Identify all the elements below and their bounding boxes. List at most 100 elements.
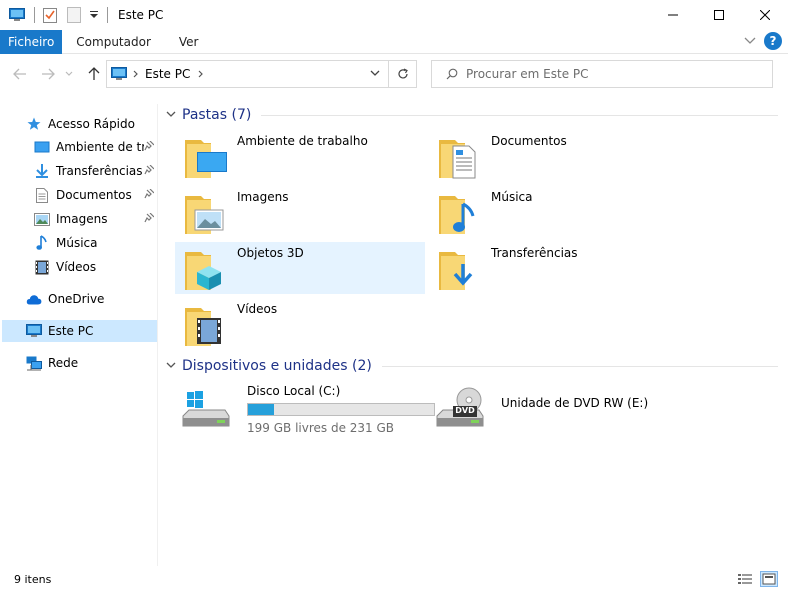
minimize-button[interactable] — [650, 0, 696, 30]
group-header-folders[interactable]: Pastas (7) — [166, 105, 778, 125]
breadcrumb-this-pc[interactable]: Este PC — [145, 67, 190, 81]
windows-drive-icon — [181, 386, 231, 430]
sidebar-item-label: Música — [56, 236, 98, 250]
sidebar-item-label: Este PC — [48, 324, 94, 338]
sidebar-item-label: Ambiente de trabalho — [56, 140, 144, 154]
folder-tile-3d-objects[interactable]: Objetos 3D — [175, 242, 425, 294]
window-controls — [650, 0, 788, 30]
drive-tile-dvd[interactable]: DVD Unidade de DVD RW (E:) — [429, 382, 679, 434]
pictures-folder-icon — [183, 188, 231, 236]
drive-usage-fill — [248, 404, 275, 415]
up-button[interactable] — [82, 62, 106, 86]
drive-tile-local-disk[interactable]: Disco Local (C:) 199 GB livres de 231 GB — [175, 382, 435, 435]
chevron-down-icon — [65, 71, 73, 76]
view-switcher — [730, 571, 778, 587]
close-button[interactable] — [742, 0, 788, 30]
star-icon — [26, 116, 42, 132]
picture-icon — [34, 211, 50, 227]
customize-toolbar-chevron-icon[interactable] — [89, 6, 99, 24]
music-folder-icon — [437, 188, 485, 236]
document-icon — [34, 187, 50, 203]
details-view-button[interactable] — [736, 571, 754, 587]
sidebar-item-network[interactable]: Rede — [26, 352, 156, 374]
folder-tile-downloads[interactable]: Transferências — [429, 242, 679, 294]
close-icon — [760, 10, 770, 20]
downloads-folder-icon — [437, 244, 485, 292]
search-icon — [446, 68, 458, 80]
pin-icon — [144, 140, 155, 154]
maximize-icon — [714, 10, 724, 20]
quick-access-toolbar: Este PC — [0, 0, 163, 30]
folder-label: Imagens — [237, 190, 289, 204]
sidebar-item-label: Transferências — [56, 164, 143, 178]
sidebar-item-downloads[interactable]: Transferências — [34, 160, 156, 182]
breadcrumb-separator-icon[interactable] — [133, 70, 139, 78]
pin-icon — [144, 212, 155, 226]
group-divider — [381, 365, 778, 367]
search-box[interactable]: Procurar em Este PC — [431, 60, 773, 88]
folder-tile-pictures[interactable]: Imagens — [175, 186, 425, 238]
navigation-bar: Este PC Procurar em Este PC — [0, 54, 788, 94]
tab-file[interactable]: Ficheiro — [0, 29, 63, 54]
videos-folder-icon — [183, 300, 231, 348]
navigation-pane: Acesso Rápido Ambiente de trabalho Trans… — [0, 104, 158, 566]
sidebar-item-music[interactable]: Música — [34, 232, 156, 254]
music-note-icon — [34, 235, 50, 251]
sidebar-item-videos[interactable]: Vídeos — [34, 256, 156, 278]
sidebar-item-label: Documentos — [56, 188, 132, 202]
breadcrumb-separator-icon[interactable] — [198, 70, 204, 78]
ribbon-tabs: Ficheiro Computador Ver ? — [0, 29, 788, 54]
window-title: Este PC — [118, 8, 164, 22]
properties-icon[interactable] — [41, 6, 59, 24]
help-button[interactable]: ? — [764, 32, 782, 50]
network-icon — [26, 355, 42, 371]
toolbar-divider — [107, 7, 108, 23]
folder-label: Vídeos — [237, 302, 278, 316]
refresh-button[interactable] — [389, 60, 417, 88]
group-header-devices[interactable]: Dispositivos e unidades (2) — [166, 356, 778, 376]
folder-tile-desktop[interactable]: Ambiente de trabalho — [175, 130, 425, 182]
tab-view[interactable]: Ver — [165, 30, 213, 54]
maximize-button[interactable] — [696, 0, 742, 30]
large-icons-view-icon — [762, 573, 776, 585]
back-arrow-icon — [13, 68, 26, 80]
group-header-label: Pastas (7) — [182, 107, 252, 123]
up-arrow-icon — [88, 67, 100, 80]
sidebar-item-desktop[interactable]: Ambiente de trabalho — [34, 136, 156, 158]
address-bar[interactable]: Este PC — [106, 60, 389, 88]
minimize-icon — [668, 14, 678, 16]
address-history-chevron-icon[interactable] — [370, 67, 380, 81]
ribbon-right-controls: ? — [744, 32, 782, 50]
sidebar-item-label: OneDrive — [48, 292, 105, 306]
folder-tile-music[interactable]: Música — [429, 186, 679, 238]
documents-folder-icon — [437, 132, 485, 180]
desktop-folder-icon — [183, 132, 231, 180]
forward-button[interactable] — [36, 62, 60, 86]
tab-computer[interactable]: Computador — [62, 30, 165, 54]
sidebar-item-label: Vídeos — [56, 260, 97, 274]
sidebar-item-this-pc[interactable]: Este PC — [2, 320, 157, 342]
sidebar-item-onedrive[interactable]: OneDrive — [26, 288, 156, 310]
folder-tile-videos[interactable]: Vídeos — [175, 298, 425, 350]
folder-label: Documentos — [491, 134, 567, 148]
sidebar-item-pictures[interactable]: Imagens — [34, 208, 156, 230]
chevron-down-icon[interactable] — [166, 361, 176, 372]
dvd-badge: DVD — [455, 406, 475, 415]
sidebar-item-label: Imagens — [56, 212, 108, 226]
forward-arrow-icon — [42, 68, 55, 80]
new-folder-icon[interactable] — [65, 6, 83, 24]
back-button[interactable] — [8, 62, 32, 86]
folder-tile-documents[interactable]: Documentos — [429, 130, 679, 182]
chevron-down-icon[interactable] — [166, 110, 176, 121]
drive-label: Unidade de DVD RW (E:) — [501, 396, 649, 410]
desktop-icon — [34, 139, 50, 155]
content-pane: Pastas (7) Ambiente de trabalho Document… — [160, 104, 788, 566]
computer-icon[interactable] — [8, 6, 26, 24]
recent-locations-button[interactable] — [62, 62, 76, 86]
expand-ribbon-chevron-icon[interactable] — [744, 34, 756, 48]
sidebar-item-documents[interactable]: Documentos — [34, 184, 156, 206]
film-icon — [34, 259, 50, 275]
large-icons-view-button[interactable] — [760, 571, 778, 587]
sidebar-item-quick-access[interactable]: Acesso Rápido — [26, 113, 156, 135]
sidebar-item-label: Rede — [48, 356, 79, 370]
